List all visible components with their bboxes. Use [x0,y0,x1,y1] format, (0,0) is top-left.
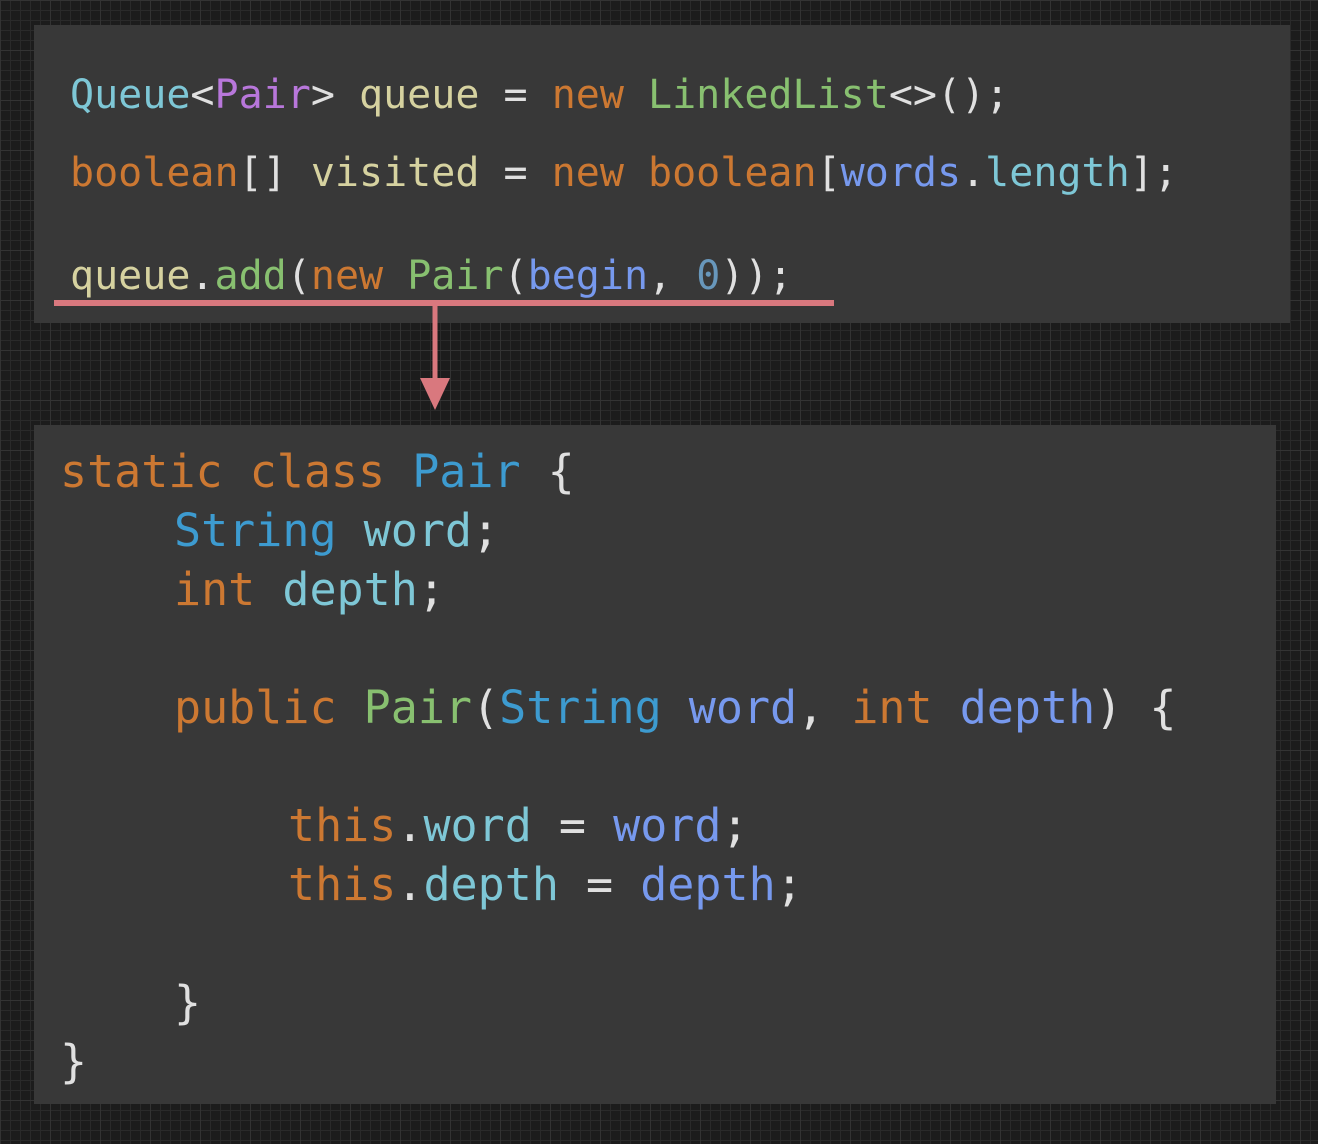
arrow-head [420,378,450,410]
code-line-class-close-brace: } [60,1035,88,1088]
code-line-queue-declaration: Queue<Pair> queue = new LinkedList<>(); [70,72,1010,118]
pair-class-code-panel: static class Pair { String word; int dep… [34,425,1276,1104]
code-line-depth-field: int depth; [174,563,445,616]
code-line-class-declaration: static class Pair { [60,445,575,498]
code-line-assign-depth: this.depth = depth; [288,858,803,911]
code-line-constructor-signature: public Pair(String word, int depth) { [174,681,1177,734]
code-line-queue-add-highlighted: queue.add(new Pair(begin, 0)); [70,253,793,299]
code-line-visited-declaration: boolean[] visited = new boolean[words.le… [70,150,1178,196]
code-line-word-field: String word; [174,504,500,557]
down-arrow-connector [420,306,450,410]
code-line-assign-word: this.word = word; [288,799,749,852]
call-site-code-panel: Queue<Pair> queue = new LinkedList<>(); … [34,25,1290,323]
code-line-constructor-close-brace: } [174,976,202,1029]
